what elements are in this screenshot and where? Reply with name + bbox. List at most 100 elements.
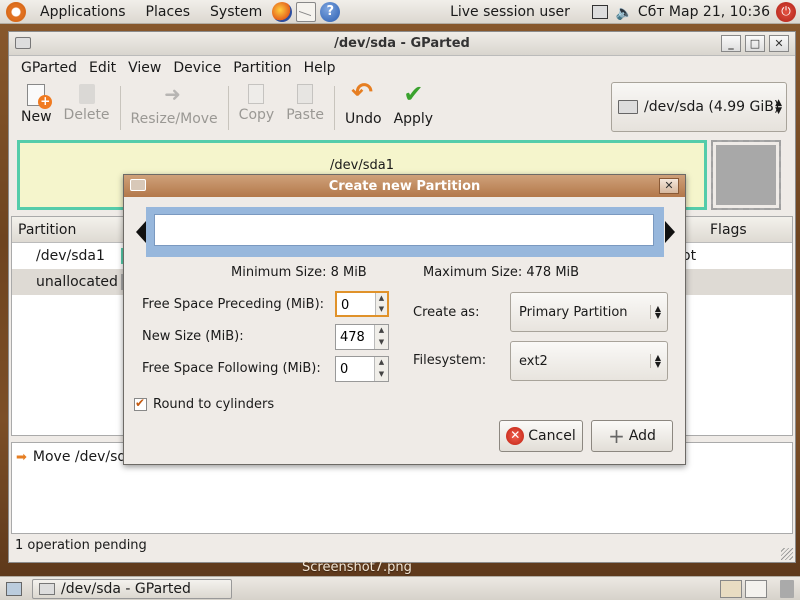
menu-edit[interactable]: Edit — [83, 60, 122, 76]
window-title: /dev/sda - GParted — [334, 36, 470, 51]
undo-icon — [351, 78, 375, 108]
filesystem-value: ext2 — [519, 353, 548, 369]
menu-places[interactable]: Places — [140, 4, 197, 20]
window-menu-icon[interactable] — [130, 179, 146, 191]
toolbar-separator — [227, 86, 229, 130]
toolbar-separator — [333, 86, 335, 130]
menubar: GParted Edit View Device Partition Help — [9, 56, 795, 80]
add-icon: + — [608, 424, 625, 448]
cancel-label: Cancel — [528, 428, 576, 444]
trash-icon[interactable] — [780, 580, 794, 598]
new-size-label: New Size (MiB): — [142, 329, 244, 344]
new-partition-icon — [27, 84, 53, 109]
desktop-file-label[interactable]: Screenshot7.png — [302, 560, 412, 575]
new-size-input[interactable] — [336, 325, 374, 349]
add-button[interactable]: + Add — [591, 420, 673, 452]
volume-icon[interactable]: 🔈 — [616, 5, 633, 21]
copy-icon — [248, 84, 265, 104]
menu-view[interactable]: View — [122, 60, 167, 76]
partition-size-graph[interactable] — [146, 207, 664, 257]
close-button[interactable]: ✕ — [769, 35, 789, 52]
round-to-cylinders-checkbox[interactable]: Round to cylinders — [134, 396, 274, 412]
maximize-button[interactable]: □ — [745, 35, 765, 52]
row-partition-name: /dev/sda1 — [36, 248, 105, 264]
menu-gparted[interactable]: GParted — [15, 60, 83, 76]
free-space-preceding-label: Free Space Preceding (MiB): — [142, 297, 325, 312]
move-operation-icon: ➡ — [16, 449, 27, 465]
updown-arrow-icon: ▲ ▼ — [649, 305, 661, 320]
new-button[interactable]: New — [15, 80, 58, 125]
paste-icon — [297, 84, 314, 104]
maximum-size-label: Maximum Size: 478 MiB — [423, 265, 580, 280]
apply-button[interactable]: Apply — [388, 80, 440, 127]
workspace-1[interactable] — [720, 580, 742, 598]
create-as-value: Primary Partition — [519, 304, 628, 320]
free-space-following-input[interactable] — [336, 357, 374, 381]
menu-device[interactable]: Device — [167, 60, 227, 76]
filesystem-label: Filesystem: — [413, 353, 487, 368]
ubuntu-logo-icon[interactable] — [6, 1, 26, 22]
gparted-task-icon — [39, 582, 55, 595]
power-icon[interactable]: ⏻ — [776, 2, 796, 22]
menu-applications[interactable]: Applications — [34, 4, 132, 20]
dialog-titlebar[interactable]: Create new Partition ✕ — [124, 175, 685, 197]
workspace-2[interactable] — [745, 580, 767, 598]
right-resize-handle-icon[interactable] — [665, 221, 675, 243]
graph-unallocated[interactable] — [711, 140, 781, 210]
spinner-buttons[interactable]: ▲ ▼ — [374, 325, 388, 349]
resize-move-button[interactable]: Resize/Move — [125, 80, 224, 127]
updown-arrow-icon: ▲ ▼ — [775, 98, 782, 116]
updown-arrow-icon: ▲ ▼ — [649, 354, 661, 369]
window-titlebar[interactable]: /dev/sda - GParted _ □ ✕ — [9, 32, 795, 56]
top-panel: Applications Places System ? Live sessio… — [0, 0, 800, 24]
column-partition[interactable]: Partition — [12, 222, 76, 238]
taskbar-button-label: /dev/sda - GParted — [61, 580, 191, 597]
trash-icon — [78, 84, 95, 104]
menu-partition[interactable]: Partition — [227, 60, 297, 76]
undo-button[interactable]: Undo — [339, 78, 388, 127]
dialog-close-button[interactable]: ✕ — [659, 178, 679, 194]
toolbar-separator — [119, 86, 121, 130]
mail-icon[interactable] — [296, 1, 317, 22]
clock[interactable]: Сбт Мар 21, 10:36 — [638, 4, 770, 20]
dialog-title: Create new Partition — [328, 178, 481, 194]
filesystem-combo[interactable]: ext2 ▲ ▼ — [510, 341, 668, 381]
free-space-preceding-input[interactable] — [337, 293, 375, 317]
checkbox-checked-icon[interactable] — [134, 396, 147, 411]
resize-grip-icon[interactable] — [781, 548, 793, 560]
new-size-spinner[interactable]: ▲▼ — [335, 324, 389, 350]
taskbar-button-gparted[interactable]: /dev/sda - GParted — [32, 578, 232, 599]
status-bar: 1 operation pending — [15, 538, 147, 553]
column-flags[interactable]: Flags — [710, 222, 747, 238]
cancel-icon: ✕ — [506, 427, 525, 445]
window-menu-icon[interactable] — [15, 37, 31, 49]
live-session-user[interactable]: Live session user — [450, 4, 570, 20]
show-desktop-icon[interactable] — [6, 581, 22, 596]
menu-help[interactable]: Help — [298, 60, 342, 76]
resize-arrow-icon — [162, 82, 186, 108]
free-space-following-spinner[interactable]: ▲▼ — [335, 356, 389, 382]
paste-button[interactable]: Paste — [280, 80, 330, 123]
spinner-buttons[interactable]: ▲ ▼ — [374, 357, 388, 381]
device-label: /dev/sda (4.99 GiB) — [644, 99, 780, 115]
spinner-buttons[interactable]: ▲ ▼ — [375, 293, 387, 315]
bottom-panel: /dev/sda - GParted — [0, 576, 800, 600]
network-icon[interactable] — [591, 5, 608, 19]
delete-button[interactable]: Delete — [58, 80, 116, 123]
hard-disk-icon — [618, 100, 638, 114]
device-selector[interactable]: /dev/sda (4.99 GiB) ▲ ▼ — [611, 82, 787, 132]
create-as-combo[interactable]: Primary Partition ▲ ▼ — [510, 292, 668, 332]
cancel-button[interactable]: ✕ Cancel — [499, 420, 583, 452]
graph-partition-label: /dev/sda1 — [330, 158, 394, 173]
new-partition-block[interactable] — [154, 214, 654, 246]
minimize-button[interactable]: _ — [721, 35, 741, 52]
free-space-preceding-spinner[interactable]: ▲▼ — [335, 291, 389, 317]
firefox-icon[interactable] — [272, 1, 293, 22]
help-icon[interactable]: ? — [320, 1, 341, 22]
copy-button[interactable]: Copy — [233, 80, 281, 123]
menu-system[interactable]: System — [204, 4, 268, 20]
minimum-size-label: Minimum Size: 8 MiB — [231, 265, 367, 280]
left-resize-handle-icon[interactable] — [136, 221, 146, 243]
toolbar: New Delete Resize/Move Copy Paste Undo A… — [9, 78, 795, 138]
create-partition-dialog: Create new Partition ✕ Minimum Size: 8 M… — [123, 174, 686, 465]
